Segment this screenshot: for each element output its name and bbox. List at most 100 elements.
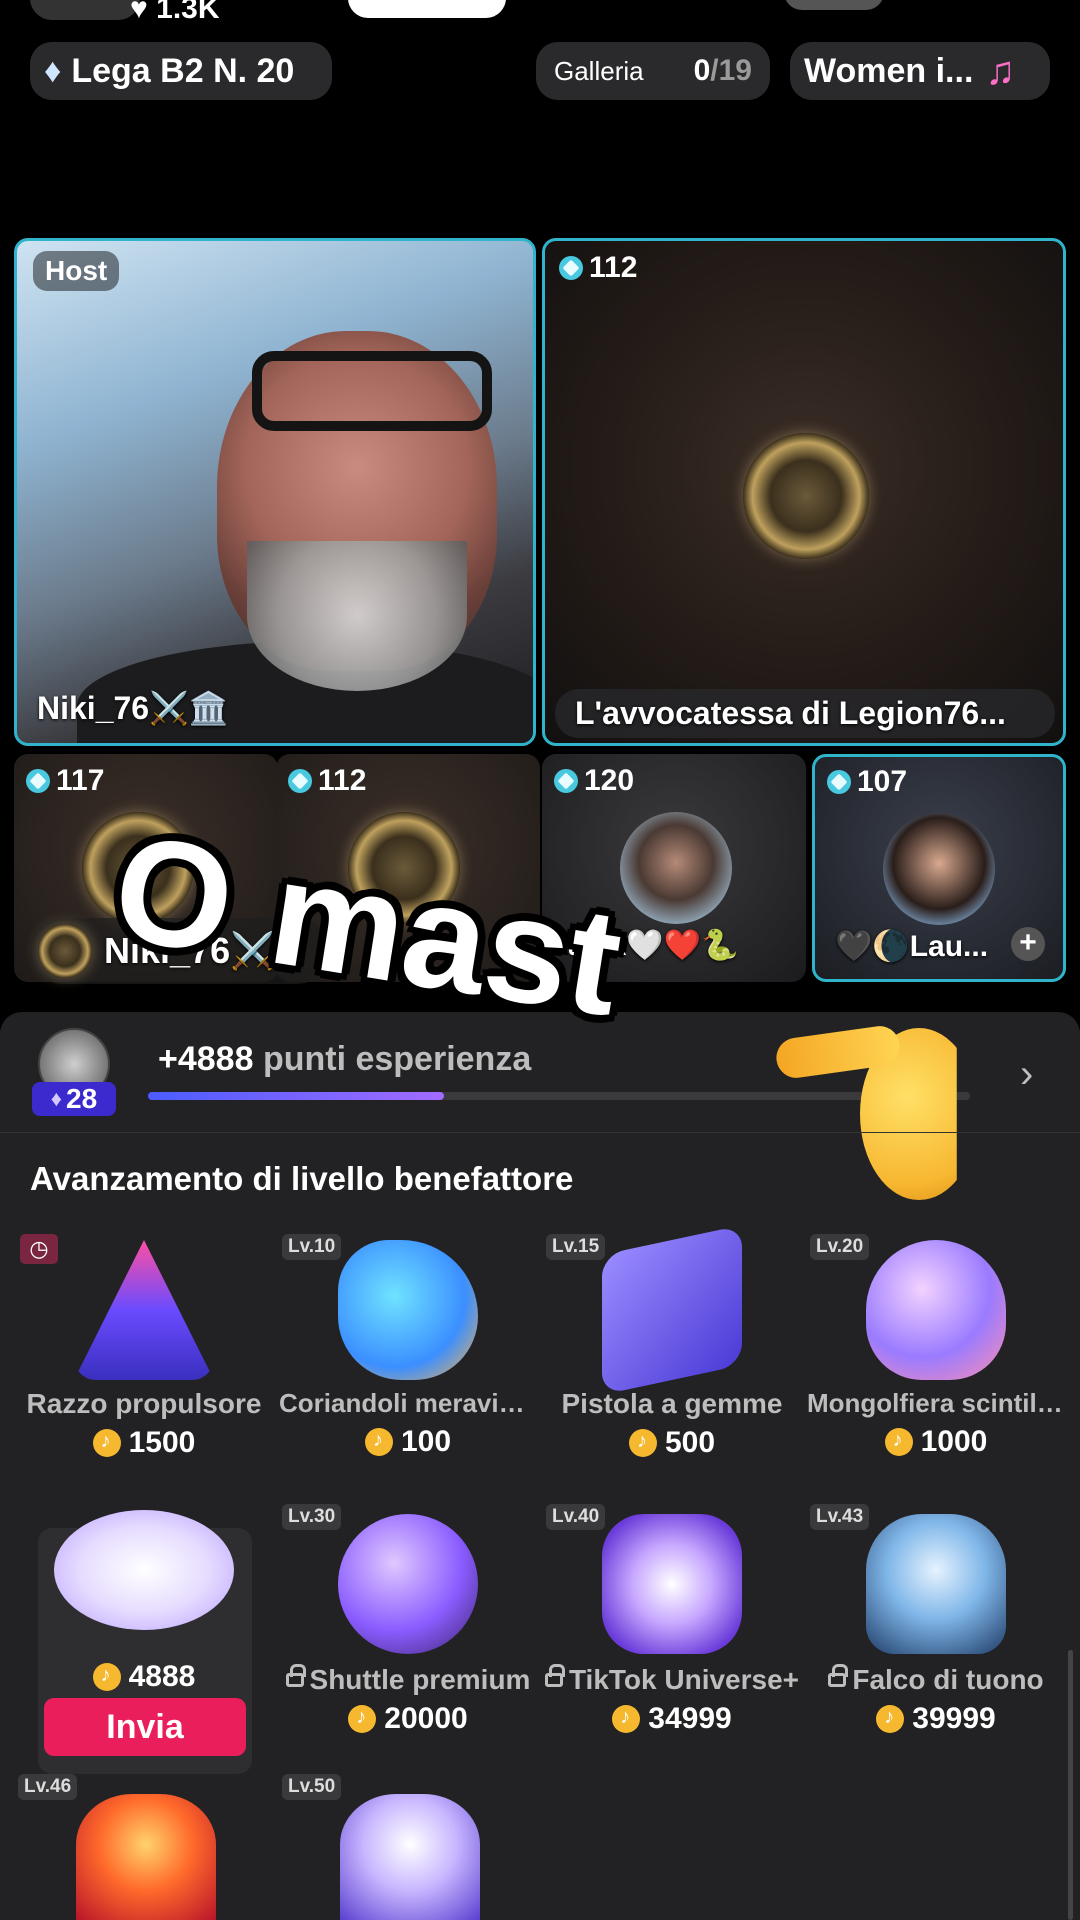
- gift-price: 20000: [348, 1702, 468, 1736]
- balloon-gift-icon: [866, 1240, 1006, 1380]
- lock-icon: [828, 1664, 849, 1687]
- heart-icon: ♥: [130, 0, 148, 25]
- send-button[interactable]: Invia: [44, 1698, 246, 1756]
- gem-icon: [26, 769, 50, 793]
- gift-price-value: 1000: [920, 1425, 988, 1458]
- xp-text: +4888 punti esperienza: [158, 1040, 531, 1079]
- gift-price: 39999: [876, 1702, 996, 1736]
- gallery-count-value: 0: [693, 54, 711, 87]
- gift-item[interactable]: Mongolfiera scintill... 1000: [804, 1240, 1068, 1459]
- gift-item[interactable]: Coriandoli meravigli... 100: [276, 1240, 540, 1459]
- gift-item[interactable]: Falco di tuono 39999: [804, 1514, 1068, 1736]
- gift-price: 1000: [884, 1425, 988, 1459]
- host-name: Niki_76⚔️🏛️: [37, 690, 229, 726]
- host-label: Host: [33, 251, 120, 291]
- gem-icon: [559, 256, 583, 280]
- lock-icon: [285, 1664, 306, 1687]
- gift-name: Pistola a gemme: [561, 1388, 783, 1419]
- host-glasses: [252, 351, 492, 431]
- gift-price: 4888: [92, 1660, 196, 1694]
- gift-name-text: Shuttle premium: [309, 1664, 531, 1695]
- chevron-right-icon[interactable]: ›: [1020, 1052, 1033, 1097]
- pegasus-gift-icon[interactable]: [340, 1794, 480, 1920]
- gift-price-value: 4888: [128, 1660, 196, 1693]
- gift-price-value: 39999: [912, 1702, 996, 1735]
- tile-score: 107: [827, 765, 907, 799]
- confetti-gift-icon: [338, 1240, 478, 1380]
- thunder-falcon-gift-icon: [866, 1514, 1006, 1654]
- legion-emblem-icon: [743, 433, 869, 559]
- divider: [0, 1132, 1080, 1133]
- add-icon[interactable]: +: [1011, 927, 1045, 961]
- gift-price-value: 100: [400, 1425, 452, 1458]
- airplane-gift-icon: [54, 1510, 234, 1630]
- host-beard: [247, 541, 467, 691]
- rocket-gift-icon: [74, 1240, 214, 1380]
- diamond-icon: ♦: [50, 1086, 63, 1111]
- guest-score-value: 112: [589, 251, 638, 284]
- gift-item-selected[interactable]: 4888: [12, 1510, 276, 1694]
- gift-name-text: Falco di tuono: [852, 1664, 1044, 1695]
- top-bar: [0, 0, 1080, 200]
- coin-icon: [348, 1705, 377, 1733]
- gift-name-text: TikTok Universe+: [568, 1664, 800, 1695]
- gem-gun-gift-icon: [602, 1225, 742, 1395]
- xp-points: +4888: [158, 1040, 254, 1078]
- song-button[interactable]: Women i... ♫: [790, 42, 1050, 100]
- league-badge[interactable]: ♦ Lega B2 N. 20: [30, 42, 332, 100]
- gift-item[interactable]: TikTok Universe+ 34999: [540, 1514, 804, 1736]
- likes-count: ♥ 1.3K: [130, 0, 220, 26]
- coin-icon: [628, 1429, 657, 1457]
- viewer-avatars[interactable]: [784, 0, 884, 10]
- host-avatar-fragment[interactable]: [30, 0, 140, 20]
- gallery-button[interactable]: Galleria 0/19: [536, 42, 770, 100]
- xp-progress-bar: [148, 1092, 970, 1100]
- tile-score: 120: [554, 764, 634, 798]
- coin-icon: [884, 1428, 913, 1456]
- lock-icon: [544, 1664, 565, 1687]
- gem-icon: [288, 769, 312, 793]
- coin-icon: [612, 1705, 641, 1733]
- user-level: 28: [66, 1083, 98, 1114]
- coin-icon: [364, 1428, 393, 1456]
- gift-price-value: 1500: [128, 1426, 196, 1459]
- tile-score-value: 107: [857, 765, 908, 798]
- gift-price: 1500: [92, 1426, 196, 1460]
- phoenix-gift-icon[interactable]: [76, 1794, 216, 1920]
- tiktok-universe-gift-icon: [602, 1514, 742, 1654]
- tile-name: 🖤🌘Lau...: [835, 930, 989, 963]
- xp-progress-fill: [148, 1092, 444, 1100]
- follow-button[interactable]: [348, 0, 506, 18]
- gift-name: TikTok Universe+: [544, 1664, 800, 1696]
- gift-price: 34999: [612, 1702, 732, 1736]
- user-level-badge: ♦ 28: [32, 1082, 116, 1116]
- legion-emblem-icon: [38, 924, 92, 978]
- gift-price-value: 500: [664, 1426, 716, 1459]
- league-label: Lega B2 N. 20: [71, 51, 295, 90]
- gift-item[interactable]: Razzo propulsore 1500: [12, 1240, 276, 1460]
- guest-video-tile[interactable]: 112 L'avvocatessa di Legion76...: [542, 238, 1066, 746]
- host-video-tile[interactable]: Host Niki_76⚔️🏛️: [14, 238, 536, 746]
- gift-level: Lv.46: [18, 1774, 78, 1800]
- gift-name: Shuttle premium: [285, 1664, 531, 1696]
- likes-value: 1.3K: [156, 0, 220, 25]
- gift-price-value: 20000: [384, 1702, 468, 1735]
- song-title: Women i...: [804, 51, 974, 90]
- tile-score-value: 117: [56, 764, 105, 797]
- gift-name: Razzo propulsore: [26, 1388, 262, 1419]
- coin-icon: [92, 1429, 121, 1457]
- gift-item[interactable]: Pistola a gemme 500: [540, 1225, 804, 1460]
- guest-avatar: [620, 812, 732, 924]
- guest-name: L'avvocatessa di Legion76...: [555, 689, 1055, 738]
- xp-label: punti esperienza: [262, 1040, 532, 1078]
- diamond-icon: ♦: [44, 51, 62, 90]
- gift-item[interactable]: Shuttle premium 20000: [276, 1514, 540, 1736]
- guest-avatar: [883, 813, 995, 925]
- gift-name: Mongolfiera scintill...: [807, 1388, 1065, 1418]
- gem-icon: [554, 769, 578, 793]
- music-note-icon: ♫: [985, 48, 1016, 93]
- gift-name: Falco di tuono: [828, 1664, 1044, 1696]
- gift-price: 100: [364, 1425, 452, 1459]
- scrollbar[interactable]: [1068, 1650, 1073, 1920]
- small-tile-4[interactable]: 107 🖤🌘Lau... +: [812, 754, 1066, 982]
